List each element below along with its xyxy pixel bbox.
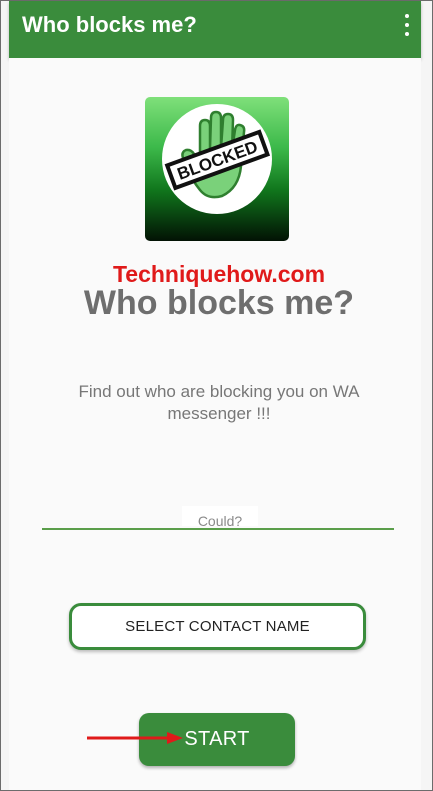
app-bar: Who blocks me? xyxy=(9,1,421,58)
more-vert-icon[interactable] xyxy=(401,14,413,36)
menu-dot xyxy=(405,23,409,27)
blocked-hand-icon: BLOCKED xyxy=(164,110,271,199)
logo-circle: BLOCKED xyxy=(162,104,272,214)
description-text: Find out who are blocking you on WA mess… xyxy=(78,382,360,423)
select-contact-button[interactable]: SELECT CONTACT NAME xyxy=(69,603,366,650)
screen-frame: Who blocks me? BLOCKED Who blocks me? Te… xyxy=(0,0,433,791)
contact-input[interactable]: Could? xyxy=(182,506,258,526)
app-logo: BLOCKED xyxy=(145,97,289,241)
watermark-text: Techniquehow.com xyxy=(112,261,326,287)
contact-input-value: Could? xyxy=(197,513,243,526)
red-arrow-icon xyxy=(87,732,183,744)
menu-dot xyxy=(405,32,409,36)
app-title: Who blocks me? xyxy=(22,12,197,37)
page-heading: Who blocks me? xyxy=(83,284,355,322)
input-underline xyxy=(42,528,394,530)
main-content: BLOCKED Who blocks me? Techniquehow.com … xyxy=(9,58,421,790)
menu-dot xyxy=(405,14,409,18)
